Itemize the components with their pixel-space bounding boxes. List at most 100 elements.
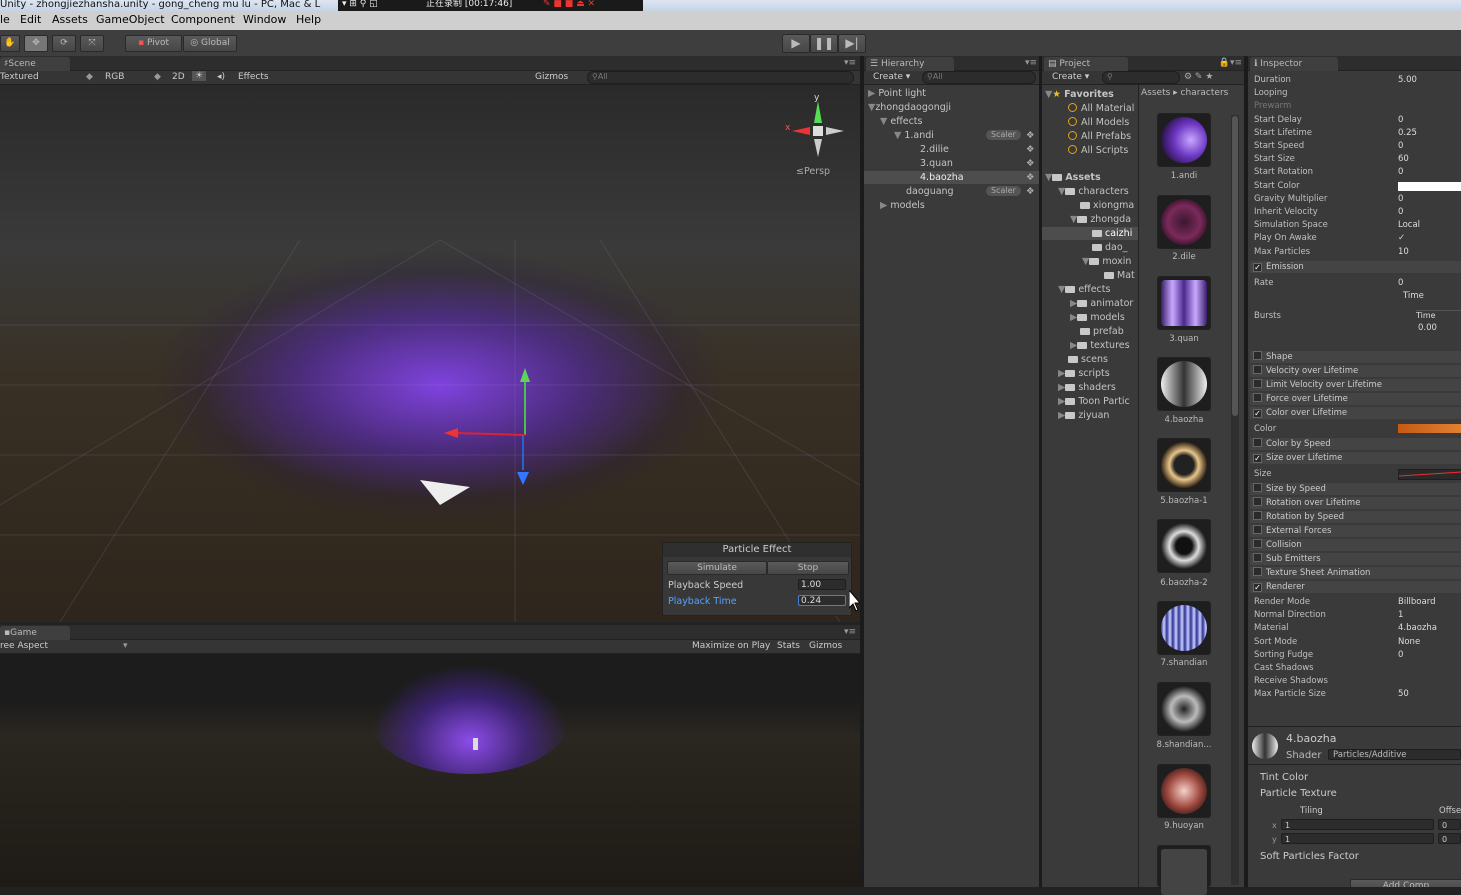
- asset-thumbnail[interactable]: [1157, 276, 1211, 330]
- play-button-icon[interactable]: ▶: [782, 34, 810, 53]
- stop-button[interactable]: Stop: [767, 561, 849, 575]
- size-curve-field[interactable]: [1398, 469, 1461, 480]
- game-menu-icon[interactable]: ▾≡: [844, 627, 856, 637]
- renderer-prop-value[interactable]: 50: [1398, 689, 1409, 699]
- shading-mode-dropdown[interactable]: Textured: [0, 72, 39, 82]
- prop-value[interactable]: 10: [1398, 247, 1409, 257]
- recording-toolbar[interactable]: ▾ ⊞ ⚲ ◱ 正在录制 [00:17:46] ✎ ■ ■ ⏏ ✕: [338, 0, 643, 11]
- persp-label[interactable]: ≤Persp: [796, 166, 830, 177]
- scale-tool-icon[interactable]: ⤧: [80, 35, 104, 52]
- folder-item[interactable]: ▶ textures: [1042, 339, 1138, 352]
- asset-thumbnail[interactable]: [1157, 195, 1211, 249]
- gizmo-y-arrow-icon[interactable]: [520, 368, 530, 382]
- renderer-prop-value[interactable]: 1: [1398, 610, 1403, 620]
- project-create-dropdown[interactable]: Create ▾: [1052, 72, 1089, 82]
- folder-item[interactable]: Mat: [1042, 269, 1138, 282]
- prop-value[interactable]: 0: [1398, 194, 1403, 204]
- project-breadcrumb[interactable]: Assets ▸ characters: [1141, 88, 1228, 98]
- offset-x-field[interactable]: 0: [1438, 819, 1461, 830]
- game-gizmos-dropdown[interactable]: Gizmos: [809, 641, 842, 651]
- module-renderer[interactable]: ✓ Renderer: [1250, 581, 1461, 593]
- prop-value[interactable]: 0: [1398, 207, 1403, 217]
- assets-header[interactable]: ▼ Assets: [1042, 171, 1138, 184]
- folder-item[interactable]: scens: [1042, 353, 1138, 366]
- game-viewport[interactable]: [0, 654, 860, 887]
- module-size-over-lifetime[interactable]: ✓ Size over Lifetime: [1250, 452, 1461, 464]
- folder-item[interactable]: ▶ shaders: [1042, 381, 1138, 394]
- folder-item[interactable]: ▼ effects: [1042, 283, 1138, 296]
- rgb-dropdown[interactable]: RGB: [105, 72, 124, 82]
- hierarchy-item[interactable]: daoguang Scaler ❖: [864, 185, 1039, 198]
- module-color-over-lifetime[interactable]: ✓ Color over Lifetime: [1250, 407, 1461, 419]
- hierarchy-item[interactable]: ▶ models: [864, 199, 1039, 212]
- hierarchy-item[interactable]: ▼zhongdaogongji: [864, 101, 1039, 114]
- gizmo-z-arrow-icon[interactable]: [517, 472, 529, 485]
- hand-tool-icon[interactable]: ✋: [0, 35, 20, 52]
- filter-icons[interactable]: ⚙ ✎ ★: [1184, 72, 1213, 82]
- asset-thumbnail[interactable]: [1157, 113, 1211, 167]
- module-external-forces[interactable]: External Forces: [1250, 525, 1461, 537]
- module-shape[interactable]: Shape: [1250, 351, 1461, 363]
- module-limit-velocity[interactable]: Limit Velocity over Lifetime: [1250, 379, 1461, 391]
- hierarchy-item[interactable]: ▼ 1.andi Scaler ❖: [864, 129, 1039, 142]
- audio-icon[interactable]: ◂): [217, 72, 225, 82]
- add-component-button[interactable]: Add Comp: [1350, 879, 1461, 887]
- module-rotation-by-speed[interactable]: Rotation by Speed: [1250, 511, 1461, 523]
- global-toggle[interactable]: ◎ Global: [183, 35, 237, 52]
- prop-value[interactable]: 60: [1398, 154, 1409, 164]
- renderer-prop-value[interactable]: 0: [1398, 650, 1403, 660]
- aspect-dropdown[interactable]: ree Aspect: [0, 641, 48, 651]
- hierarchy-menu-icon[interactable]: ▾≡: [1025, 58, 1037, 68]
- menu-component[interactable]: Component: [171, 13, 235, 26]
- prop-value[interactable]: 0: [1398, 141, 1403, 151]
- offset-y-field[interactable]: 0: [1438, 833, 1461, 844]
- folder-item[interactable]: ▶ Toon Partic: [1042, 395, 1138, 408]
- renderer-prop-value[interactable]: None: [1398, 637, 1420, 647]
- hierarchy-create-dropdown[interactable]: Create ▾: [873, 72, 910, 82]
- gizmo-x-arrow-icon[interactable]: [444, 428, 458, 438]
- tiling-x-field[interactable]: 1: [1281, 819, 1434, 830]
- folder-item[interactable]: dao_: [1042, 241, 1138, 254]
- bursts-time-value[interactable]: 0.00: [1418, 323, 1437, 333]
- renderer-prop-value[interactable]: 4.baozha: [1398, 623, 1437, 633]
- rotate-tool-icon[interactable]: ⟳: [52, 35, 76, 52]
- favorites-item[interactable]: All Models: [1042, 116, 1138, 129]
- module-collision[interactable]: Collision: [1250, 539, 1461, 551]
- hierarchy-item[interactable]: ▼ effects: [864, 115, 1039, 128]
- module-force[interactable]: Force over Lifetime: [1250, 393, 1461, 405]
- scene-search-input[interactable]: ⚲All: [587, 71, 854, 84]
- prop-value[interactable]: 5.00: [1398, 75, 1417, 85]
- favorites-header[interactable]: ▼★ Favorites: [1042, 88, 1138, 101]
- prop-value[interactable]: 0: [1398, 115, 1403, 125]
- module-color-by-speed[interactable]: Color by Speed: [1250, 438, 1461, 450]
- 2d-toggle[interactable]: 2D: [172, 72, 185, 82]
- maximize-on-play-toggle[interactable]: Maximize on Play: [692, 641, 770, 651]
- module-size-by-speed[interactable]: Size by Speed: [1250, 483, 1461, 495]
- simulate-button[interactable]: Simulate: [667, 561, 767, 575]
- rate-unit[interactable]: Time: [1403, 291, 1424, 301]
- menu-gameobject[interactable]: GameObject: [96, 13, 165, 26]
- tab-inspector[interactable]: ℹ Inspector: [1250, 57, 1338, 71]
- folder-item[interactable]: prefab: [1042, 325, 1138, 338]
- pivot-toggle[interactable]: ▪ Pivot: [125, 35, 182, 52]
- lighting-icon[interactable]: ☀: [192, 71, 207, 81]
- folder-item[interactable]: ▶ ziyuan: [1042, 409, 1138, 422]
- prop-value[interactable]: 0.25: [1398, 128, 1417, 138]
- pause-button-icon[interactable]: ❚❚: [810, 34, 838, 53]
- asset-thumbnail[interactable]: [1157, 682, 1211, 736]
- folder-item[interactable]: ▶ models: [1042, 311, 1138, 324]
- start-color-swatch[interactable]: [1398, 181, 1461, 191]
- tiling-y-field[interactable]: 1: [1281, 833, 1434, 844]
- folder-item[interactable]: ▼ moxin: [1042, 255, 1138, 268]
- prop-value[interactable]: 0: [1398, 167, 1403, 177]
- renderer-prop-value[interactable]: Billboard: [1398, 597, 1435, 607]
- tab-project[interactable]: ▤ Project: [1044, 57, 1128, 71]
- project-lock-icon[interactable]: 🔒▾≡: [1219, 58, 1242, 68]
- step-button-icon[interactable]: ▶|: [838, 34, 866, 53]
- prop-value[interactable]: ✓: [1398, 233, 1405, 243]
- asset-thumbnail[interactable]: [1157, 601, 1211, 655]
- asset-thumbnail[interactable]: [1157, 764, 1211, 818]
- asset-thumbnail[interactable]: [1157, 519, 1211, 573]
- stats-toggle[interactable]: Stats: [777, 641, 800, 651]
- stop-record-icon[interactable]: ✎ ■ ■ ⏏ ✕: [543, 0, 595, 9]
